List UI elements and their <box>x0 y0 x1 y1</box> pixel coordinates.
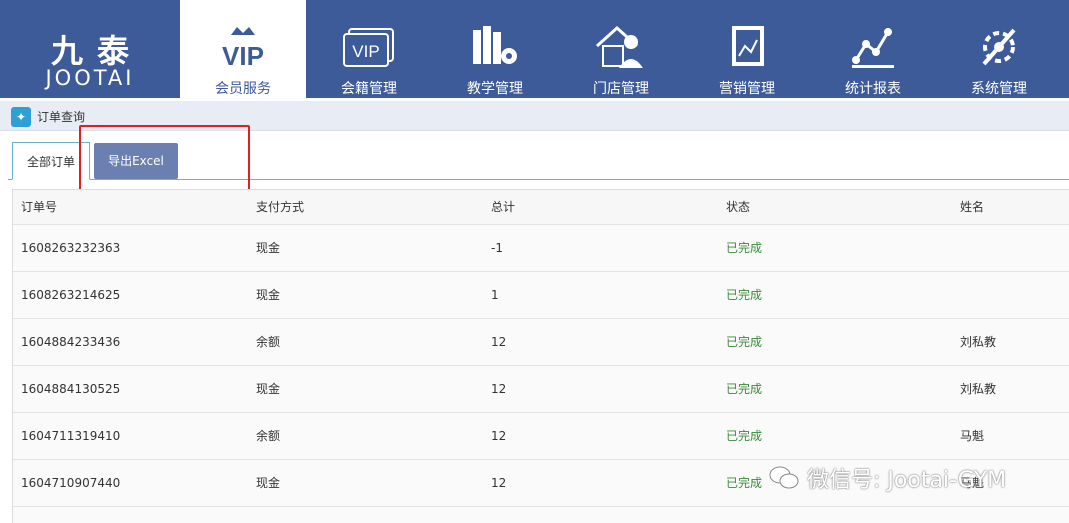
nav-label: 营销管理 <box>719 81 775 97</box>
cell-order-no: 1604884233436 <box>21 335 121 349</box>
nav-label: 会籍管理 <box>341 81 397 97</box>
cell-payment: 现金 <box>256 241 281 255</box>
cell-payment: 余额 <box>256 335 281 349</box>
cell-total: -1 <box>491 241 503 255</box>
brand-name-en: JOOTAI <box>45 66 135 90</box>
books-gear-icon <box>432 22 558 72</box>
cell-name: 刘私教 <box>960 382 997 396</box>
nav-item-system[interactable]: 系统管理 <box>936 0 1062 98</box>
nav-label: 统计报表 <box>845 81 901 97</box>
cell-order-no: 1608263214625 <box>21 288 121 302</box>
nav-label: 门店管理 <box>593 81 649 97</box>
nav-item-teaching[interactable]: 教学管理 <box>432 0 558 98</box>
chart-doc-icon <box>684 22 810 72</box>
line-chart-icon <box>810 22 936 72</box>
cell-order-no: 1608263232363 <box>21 241 121 255</box>
nav-label: 教学管理 <box>467 81 523 97</box>
cell-name: 马魁 <box>960 429 985 443</box>
cell-total: 12 <box>491 335 507 349</box>
column-header-status[interactable]: 状态 <box>726 190 750 225</box>
cell-payment: 现金 <box>256 476 281 490</box>
column-header-total[interactable]: 总计 <box>491 190 515 225</box>
nav-item-member-service[interactable]: VIP 会员服务 <box>180 0 306 98</box>
table-header-row: 订单号 支付方式 总计 状态 姓名 <box>13 190 1069 225</box>
nav-item-reports[interactable]: 统计报表 <box>810 0 936 98</box>
cell-status: 已完成 <box>726 241 763 255</box>
cell-payment: 余额 <box>256 429 281 443</box>
house-person-icon <box>558 22 684 72</box>
table-row[interactable]: 1604711319410 余额 12 已完成 马魁 <box>13 413 1069 460</box>
nav-label: 会员服务 <box>215 81 271 97</box>
column-header-name[interactable]: 姓名 <box>960 190 984 225</box>
table-row[interactable]: 1608263232363 现金 -1 已完成 <box>13 225 1069 272</box>
vip-card-icon: VIP <box>306 22 432 72</box>
top-nav-bar: 九泰 JOOTAI VIP 会员服务 VIP 会籍管理 教学管理 门店管理 营销… <box>0 0 1069 98</box>
cell-status: 已完成 <box>726 476 763 490</box>
table-row[interactable]: 1608263214625 现金 1 已完成 <box>13 272 1069 319</box>
table-row[interactable]: 1604884130525 现金 12 已完成 刘私教 <box>13 366 1069 413</box>
nav-item-marketing[interactable]: 营销管理 <box>684 0 810 98</box>
watermark-text: 微信号: Jootai-GYM <box>807 468 1007 493</box>
cell-name: 刘私教 <box>960 335 997 349</box>
cell-total: 1 <box>491 288 499 302</box>
brand-logo: 九泰 JOOTAI <box>0 0 180 98</box>
cell-order-no: 1604884130525 <box>21 382 121 396</box>
cell-total: 12 <box>491 429 507 443</box>
cell-payment: 现金 <box>256 288 281 302</box>
cell-status: 已完成 <box>726 382 763 396</box>
cell-payment: 现金 <box>256 382 281 396</box>
highlight-annotation-box <box>79 125 250 192</box>
cell-total: 12 <box>491 382 507 396</box>
wechat-icon <box>769 466 799 489</box>
cell-status: 已完成 <box>726 429 763 443</box>
table-row[interactable]: 1604884233436 余额 12 已完成 刘私教 <box>13 319 1069 366</box>
nav-label: 系统管理 <box>971 81 1027 97</box>
svg-text:VIP: VIP <box>222 41 264 71</box>
nav-item-store[interactable]: 门店管理 <box>558 0 684 98</box>
cell-order-no: 1604711319410 <box>21 429 121 443</box>
breadcrumb-label: 订单查询 <box>37 110 86 124</box>
wechat-watermark: 微信号: Jootai-GYM <box>769 458 1006 498</box>
cell-order-no: 1604710907440 <box>21 476 121 490</box>
nav-item-membership[interactable]: VIP 会籍管理 <box>306 0 432 98</box>
cell-total: 12 <box>491 476 507 490</box>
column-header-payment[interactable]: 支付方式 <box>256 190 304 225</box>
cell-status: 已完成 <box>726 288 763 302</box>
vip-crown-icon: VIP <box>180 22 306 72</box>
wrench-gear-icon <box>936 22 1062 72</box>
svg-text:VIP: VIP <box>352 42 379 61</box>
order-icon: ✦ <box>11 107 31 127</box>
cell-status: 已完成 <box>726 335 763 349</box>
column-header-order-no[interactable]: 订单号 <box>21 190 57 225</box>
